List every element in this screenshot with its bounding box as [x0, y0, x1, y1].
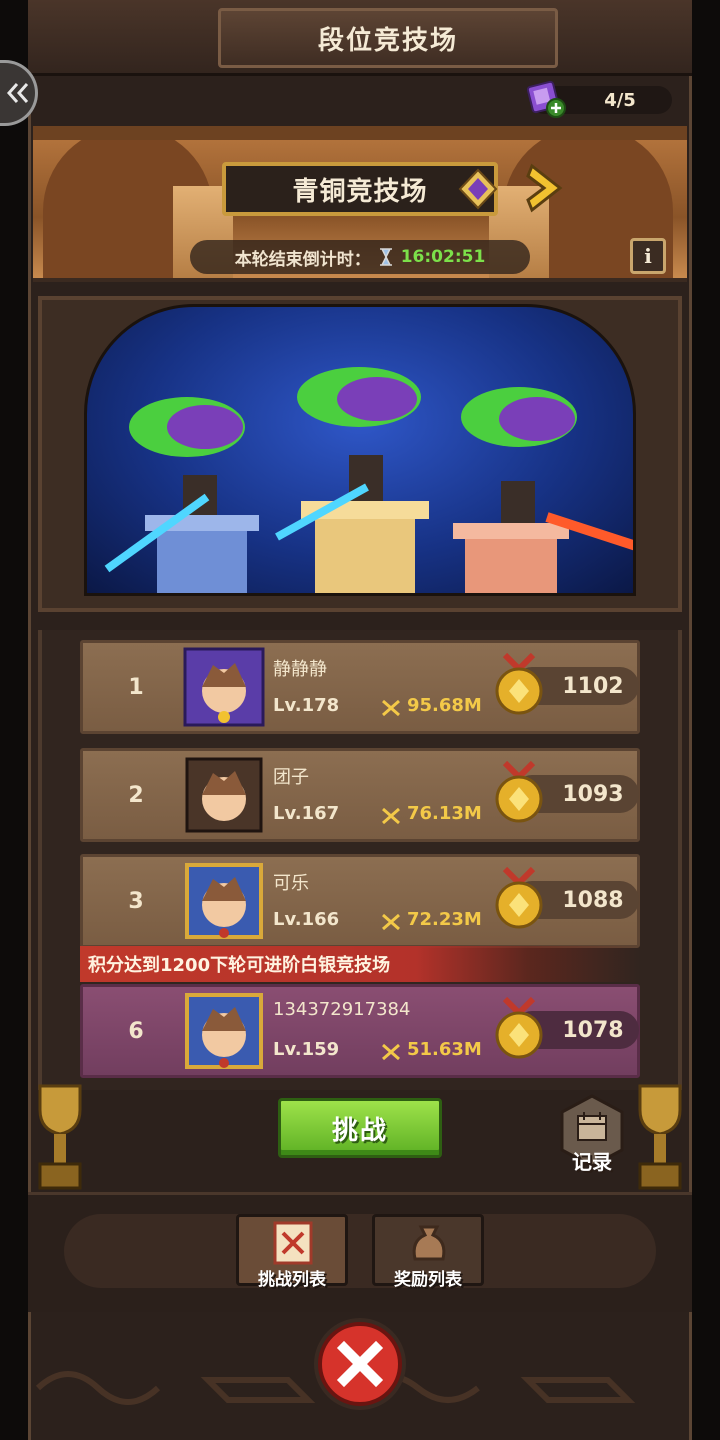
my-ranking-row[interactable]: 6 134372917384 Lv.159 51.63M 1078 — [80, 984, 640, 1078]
ranking-row[interactable]: 3 可乐 Lv.166 72.23M 1088 — [80, 854, 640, 948]
ticket-count: 4/5 — [604, 89, 636, 111]
player-avatar[interactable] — [183, 861, 265, 941]
podium-illustration — [104, 367, 633, 593]
challenge-button[interactable]: 挑战 — [278, 1098, 442, 1158]
rank-number: 2 — [128, 782, 144, 808]
player-level: Lv.167 — [273, 803, 340, 824]
close-icon[interactable] — [310, 1314, 410, 1414]
medal-icon — [495, 760, 543, 823]
ranking-row[interactable]: 1 静静静 Lv.178 95.68M 1102 — [80, 640, 640, 734]
medal-icon — [495, 996, 543, 1059]
challenge-label: 挑战 — [331, 1115, 388, 1146]
rank-number: 3 — [128, 888, 144, 914]
player-level: Lv.178 — [273, 695, 340, 716]
arena-name-plate: 青铜竞技场 — [222, 162, 498, 216]
player-avatar[interactable] — [183, 647, 265, 727]
page-title: 段位竞技场 — [317, 25, 458, 56]
player-name: 静静静 — [273, 659, 327, 680]
tab-challenge-list[interactable]: 挑战列表 — [236, 1214, 348, 1290]
countdown-bar: 本轮结束倒计时： 16:02:51 — [190, 240, 530, 274]
record-label[interactable]: 记录 — [556, 1146, 628, 1175]
gem-right-icon — [458, 168, 498, 210]
promotion-text: 积分达到1200下轮可进阶白银竞技场 — [88, 955, 391, 976]
reward-bag-icon — [412, 1225, 446, 1261]
score-value: 1093 — [562, 781, 624, 807]
score-value: 1088 — [562, 887, 624, 913]
medal-icon — [495, 866, 543, 929]
trophy-right-icon — [638, 1084, 682, 1190]
podium-scene — [84, 304, 636, 596]
medal-icon — [495, 652, 543, 715]
title-plate: 段位竞技场 — [218, 8, 558, 68]
arena-name: 青铜竞技场 — [292, 176, 428, 207]
ticket-icon[interactable] — [526, 80, 570, 120]
title-bar: 段位竞技场 — [28, 0, 692, 76]
score-value: 1102 — [562, 673, 624, 699]
player-level: Lv.159 — [273, 1039, 340, 1060]
tab-label: 奖励列表 — [394, 1270, 462, 1290]
power-value: 76.13M — [407, 803, 482, 824]
power-icon — [382, 1043, 400, 1061]
hourglass-icon — [379, 248, 392, 266]
score-value: 1078 — [562, 1017, 624, 1043]
rank-number: 6 — [128, 1018, 144, 1044]
tab-label: 挑战列表 — [258, 1270, 326, 1290]
rank-number: 1 — [128, 674, 144, 700]
tab-reward-list[interactable]: 奖励列表 — [372, 1214, 484, 1290]
player-name: 团子 — [273, 767, 309, 788]
power-icon — [382, 807, 400, 825]
info-icon: i — [644, 244, 652, 268]
promotion-banner: 积分达到1200下轮可进阶白银竞技场 — [80, 946, 640, 982]
banner-cornice — [33, 126, 687, 140]
player-avatar[interactable] — [183, 991, 265, 1071]
info-button[interactable]: i — [630, 238, 666, 274]
player-level: Lv.166 — [273, 909, 340, 930]
power-value: 95.68M — [407, 695, 482, 716]
player-avatar[interactable] — [183, 755, 265, 835]
tab-track — [64, 1214, 656, 1288]
countdown-time: 16:02:51 — [400, 247, 486, 267]
power-icon — [382, 913, 400, 931]
ranking-row[interactable]: 2 团子 Lv.167 76.13M 1093 — [80, 748, 640, 842]
challenge-scroll-icon — [273, 1221, 313, 1265]
power-value: 51.63M — [407, 1039, 482, 1060]
power-icon — [382, 699, 400, 717]
trophy-left-icon — [38, 1084, 82, 1190]
back-icon — [6, 83, 28, 103]
countdown-label: 本轮结束倒计时： — [234, 249, 371, 270]
player-name: 可乐 — [273, 873, 309, 894]
power-value: 72.23M — [407, 909, 482, 930]
next-arrow-icon[interactable] — [524, 160, 568, 216]
player-name: 134372917384 — [273, 999, 411, 1020]
